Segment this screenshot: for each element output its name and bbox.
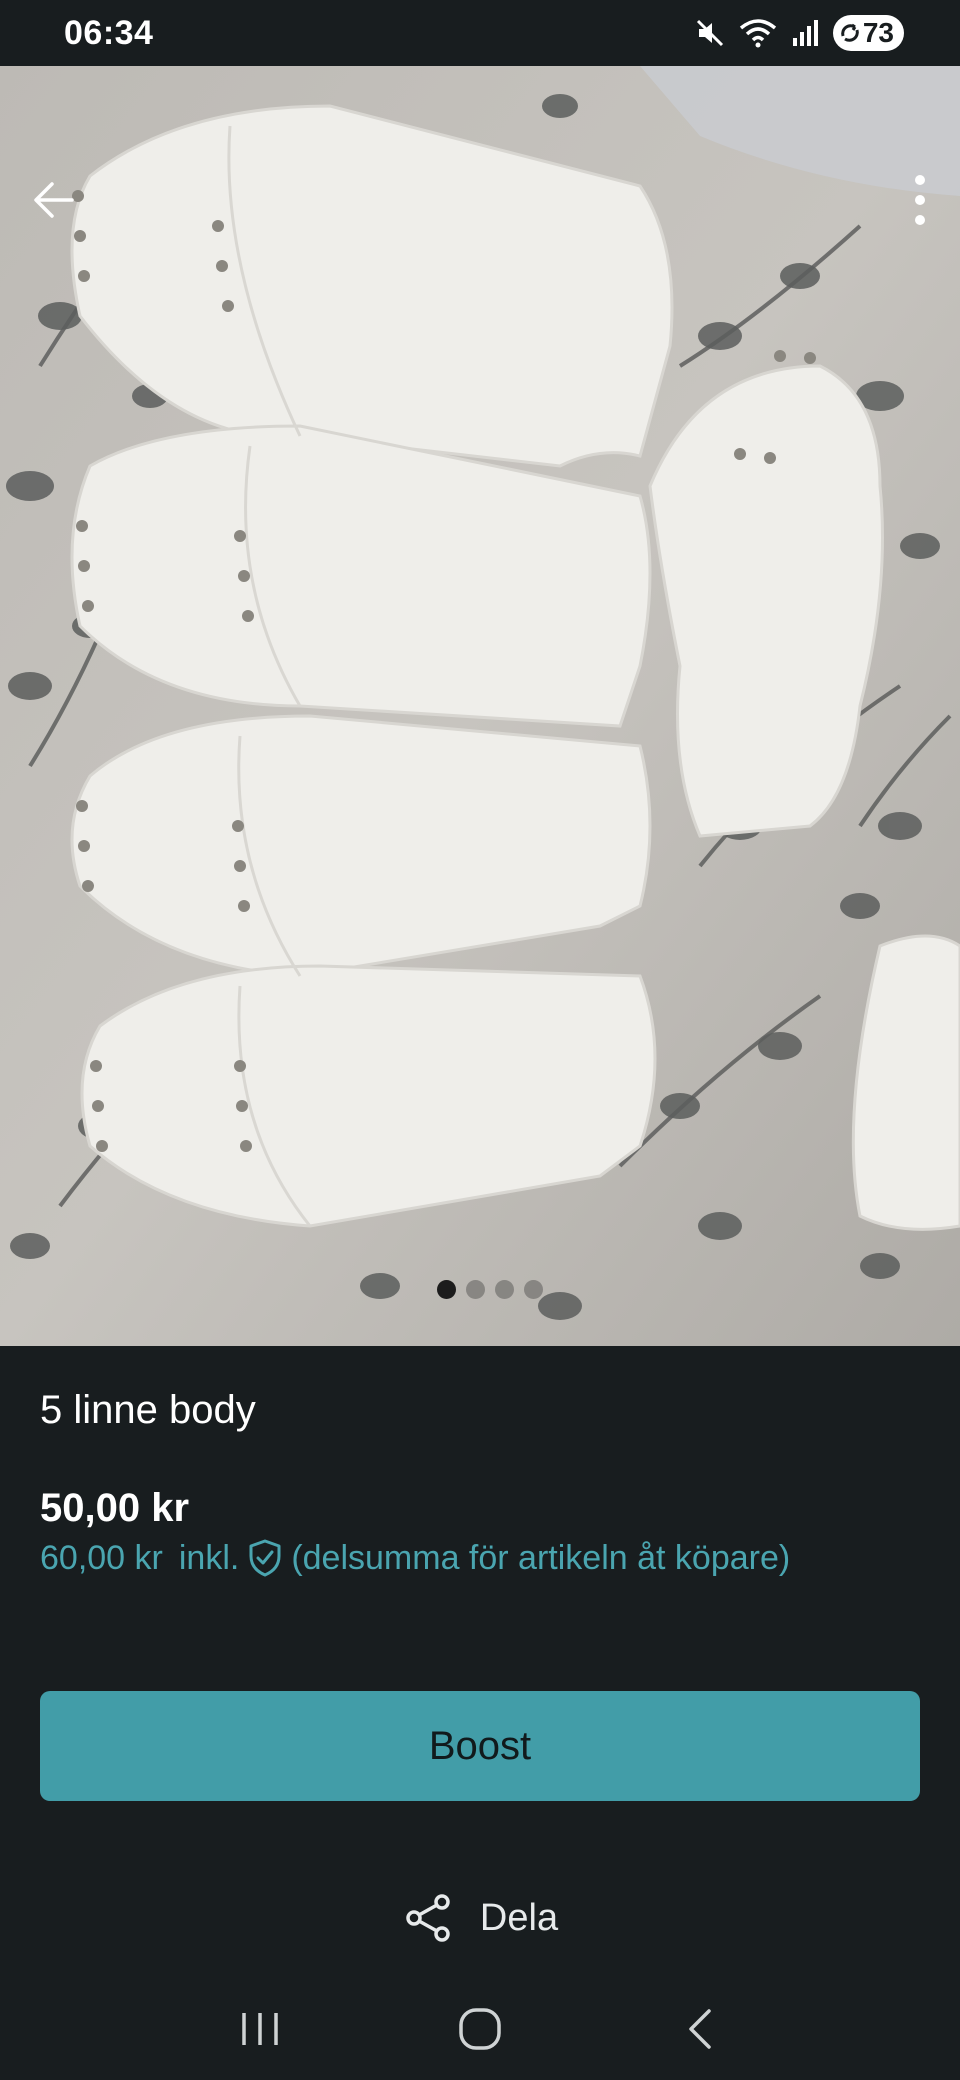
- arrow-left-icon: [34, 182, 74, 218]
- system-back-button[interactable]: [660, 1989, 740, 2069]
- buyer-price-amount: 60,00 kr: [40, 1538, 163, 1577]
- battery-icon: 73: [832, 15, 904, 51]
- share-button[interactable]: Dela: [0, 1888, 960, 1948]
- pager-dot-2[interactable]: [466, 1280, 485, 1299]
- status-icons: 73: [695, 15, 904, 51]
- mute-icon: [695, 18, 725, 48]
- share-icon: [406, 1894, 450, 1942]
- listing-title: 5 linne body: [40, 1388, 256, 1432]
- product-photo[interactable]: [0, 66, 960, 1346]
- pager-dot-1[interactable]: [437, 1280, 456, 1299]
- back-button[interactable]: [24, 170, 84, 230]
- image-pager[interactable]: [0, 1280, 960, 1300]
- battery-level: 73: [862, 17, 894, 48]
- buyer-price-inkl: inkl.: [178, 1538, 240, 1577]
- more-options-button[interactable]: [890, 170, 950, 230]
- pager-dot-4[interactable]: [524, 1280, 543, 1299]
- home-button[interactable]: [440, 1989, 520, 2069]
- listing-screen: 06:34 73 5 linne body 50,00 kr 60,00 kr …: [0, 0, 960, 2080]
- status-time: 06:34: [64, 13, 154, 52]
- pager-dot-3[interactable]: [495, 1280, 514, 1299]
- more-vertical-icon: [915, 175, 925, 225]
- buyer-price-info[interactable]: 60,00 kr inkl. (delsumma för artikeln åt…: [40, 1538, 790, 1578]
- shield-check-icon: [247, 1538, 283, 1578]
- home-icon: [459, 2008, 501, 2050]
- recents-icon: [242, 2013, 278, 2045]
- system-nav-bar: [0, 1978, 960, 2080]
- product-image: [0, 66, 960, 1346]
- signal-icon: [791, 18, 819, 48]
- share-label: Dela: [479, 1896, 559, 1939]
- status-bar: 06:34 73: [0, 0, 960, 66]
- recent-apps-button[interactable]: [220, 1989, 300, 2069]
- boost-button[interactable]: Boost: [40, 1691, 920, 1801]
- buyer-price-note: (delsumma för artikeln åt köpare): [291, 1538, 791, 1577]
- listing-price: 50,00 kr: [40, 1486, 190, 1530]
- wifi-icon: [739, 18, 777, 48]
- chevron-left-icon: [689, 2009, 711, 2049]
